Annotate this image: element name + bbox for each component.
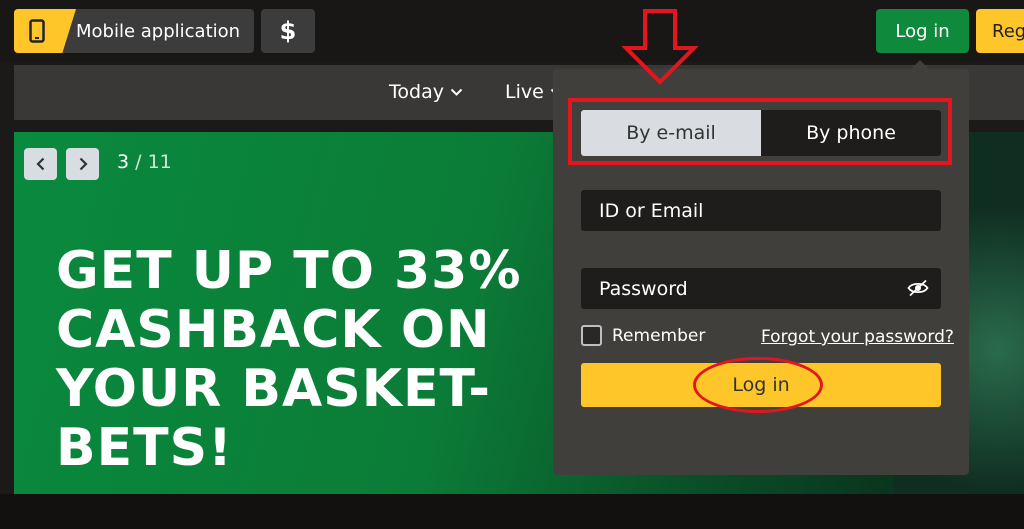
- remember-checkbox[interactable]: [581, 325, 602, 346]
- header-register-button[interactable]: Reg: [976, 9, 1024, 53]
- chevron-right-icon: [79, 157, 88, 171]
- headline-line: GET UP TO 33%: [56, 241, 522, 301]
- banner-pager: 3 / 11: [117, 151, 172, 173]
- mobile-application-button[interactable]: Mobile application: [14, 9, 254, 53]
- remember-me[interactable]: Remember: [581, 325, 705, 346]
- headline-line: CASHBACK ON: [56, 300, 491, 360]
- dropdown-caret: [910, 60, 930, 70]
- banner-headline: GET UP TO 33% CASHBACK ON YOUR BASKET- B…: [56, 242, 556, 478]
- nav-item-label: Live: [505, 81, 544, 103]
- banner-pager-total: / 11: [135, 151, 172, 173]
- nav-item-label: Today: [389, 81, 444, 103]
- id-or-email-field[interactable]: ID or Email: [581, 190, 941, 231]
- dollar-icon: $: [279, 17, 297, 45]
- bottom-strip: [0, 494, 1024, 529]
- nav-item-today[interactable]: Today: [389, 81, 463, 103]
- submit-annotation-circle: [693, 357, 823, 413]
- password-field[interactable]: Password: [581, 268, 941, 309]
- mobile-application-label: Mobile application: [76, 20, 241, 42]
- login-dropdown: By e-mail By phone ID or Email Password …: [553, 60, 969, 475]
- password-placeholder: Password: [599, 277, 688, 300]
- headline-line: YOUR BASKET-: [56, 359, 491, 419]
- banner-next-button[interactable]: [66, 148, 99, 180]
- mobile-phone-icon: [14, 9, 76, 53]
- eye-slash-icon[interactable]: [907, 279, 929, 297]
- tabs-annotation-box: [568, 98, 952, 165]
- banner-prev-button[interactable]: [24, 148, 57, 180]
- forgot-password-link[interactable]: Forgot your password?: [761, 327, 954, 347]
- remember-label: Remember: [612, 325, 706, 346]
- headline-line: BETS!: [56, 418, 233, 478]
- page: Mobile application $ Log in Reg Today Li…: [0, 0, 1024, 529]
- chevron-left-icon: [35, 157, 44, 171]
- header-login-button[interactable]: Log in: [876, 9, 969, 53]
- banner-pager-current: 3: [117, 151, 130, 173]
- currency-button[interactable]: $: [261, 9, 315, 53]
- top-bar: Mobile application $ Log in Reg: [0, 0, 1024, 62]
- annotation-arrow-down-icon: [622, 9, 698, 85]
- chevron-down-icon: [450, 88, 463, 96]
